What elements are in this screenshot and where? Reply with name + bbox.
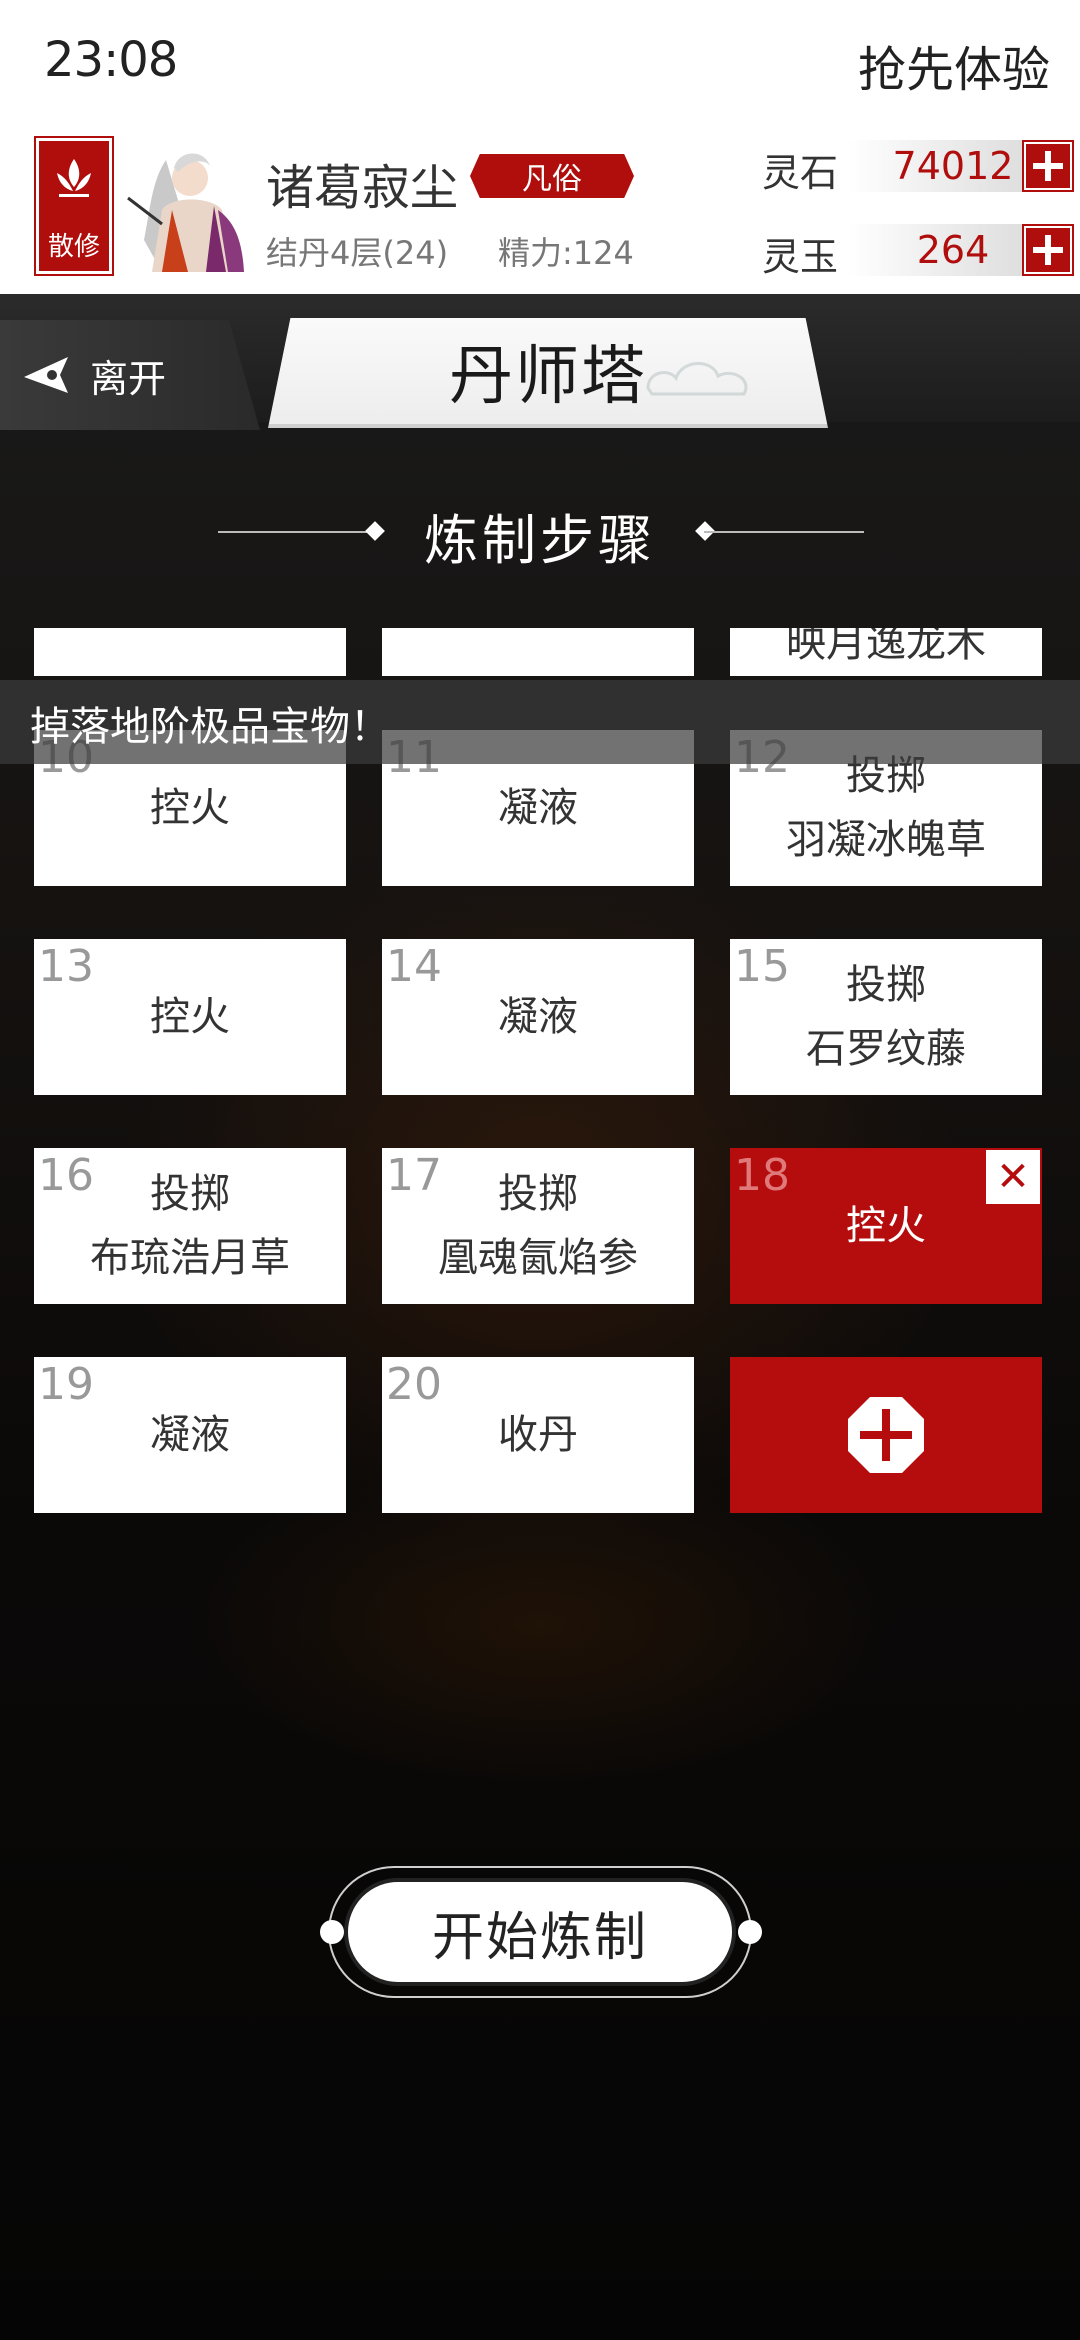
add-icon xyxy=(848,1397,924,1473)
step-card[interactable]: 16 投掷 布琉浩月草 xyxy=(34,1148,346,1304)
cloud-ornament-icon xyxy=(646,362,748,396)
step-line2: 羽凝冰魄草 xyxy=(786,817,986,863)
step-card-partial[interactable] xyxy=(382,628,694,676)
step-line1: 投掷 xyxy=(846,962,926,1008)
section-rule-right xyxy=(704,531,864,533)
step-line1: 控火 xyxy=(846,1203,926,1249)
step-card[interactable]: 19 凝液 xyxy=(34,1357,346,1513)
sect-badge[interactable]: 散修 xyxy=(34,136,114,276)
start-button-dot-right xyxy=(738,1920,762,1944)
step-line1: 凝液 xyxy=(150,1412,230,1458)
start-button-dot-left xyxy=(320,1920,344,1944)
section-title: 炼制步骤 xyxy=(424,509,656,572)
step-card[interactable]: 13 控火 xyxy=(34,939,346,1095)
page-title: 丹师塔 xyxy=(449,340,647,414)
leave-button[interactable]: 离开 xyxy=(0,320,260,430)
realm-level: 结丹4层(24) xyxy=(266,234,449,272)
add-spirit-jade-button[interactable] xyxy=(1022,224,1074,276)
step-line2: 布琉浩月草 xyxy=(90,1235,290,1281)
rank-tag: 凡俗 xyxy=(470,154,634,198)
status-time: 23:08 xyxy=(44,32,178,88)
step-line2: 凰魂氤焰参 xyxy=(438,1235,638,1281)
step-card[interactable]: 20 收丹 xyxy=(382,1357,694,1513)
step-line1: 凝液 xyxy=(498,785,578,831)
alchemy-scene-background xyxy=(0,294,1080,2340)
title-plate: 丹师塔 xyxy=(268,318,828,428)
step-line1: 控火 xyxy=(150,785,230,831)
back-arrow-icon xyxy=(24,357,68,393)
step-line1: 投掷 xyxy=(498,1171,578,1217)
drop-announcement-banner: 掉落地阶极品宝物！ xyxy=(0,680,1080,764)
spirit-jade-label: 灵玉 xyxy=(762,235,839,279)
energy-value: 精力:124 xyxy=(498,234,634,272)
add-step-button[interactable] xyxy=(730,1357,1042,1513)
sect-badge-label: 散修 xyxy=(47,232,100,262)
step-card[interactable]: 17 投掷 凰魂氤焰参 xyxy=(382,1148,694,1304)
step-line1: 投掷 xyxy=(150,1171,230,1217)
step-line2: 石罗纹藤 xyxy=(806,1026,966,1072)
character-portrait-icon xyxy=(122,140,254,272)
leave-label: 离开 xyxy=(90,356,167,401)
add-spirit-stone-button[interactable] xyxy=(1022,140,1074,192)
step-card[interactable]: 14 凝液 xyxy=(382,939,694,1095)
player-name: 诸葛寂尘 xyxy=(266,160,459,216)
avatar[interactable] xyxy=(122,140,254,272)
top-bar: 23:08 抢先体验 散修 诸葛寂尘 凡俗 结丹4层(24) 精力:124 灵石… xyxy=(0,0,1080,294)
step-card-partial[interactable]: 映月逸龙木 xyxy=(730,628,1042,676)
step-card-selected[interactable]: 18 控火 ✕ xyxy=(730,1148,1042,1304)
start-refining-button[interactable]: 开始炼制 xyxy=(344,1878,736,1986)
step-card[interactable]: 15 投掷 石罗纹藤 xyxy=(730,939,1042,1095)
announcement-text: 掉落地阶极品宝物！ xyxy=(30,704,390,750)
step-line1: 凝液 xyxy=(498,994,578,1040)
lotus-icon xyxy=(57,159,91,197)
step-line1: 控火 xyxy=(150,994,230,1040)
early-access-link[interactable]: 抢先体验 xyxy=(858,30,1050,100)
step-line1: 收丹 xyxy=(498,1412,578,1458)
step-card-partial[interactable] xyxy=(34,628,346,676)
spirit-stone-label: 灵石 xyxy=(762,151,839,195)
remove-step-button[interactable]: ✕ xyxy=(984,1148,1042,1206)
step-line1: 映月逸龙木 xyxy=(786,628,986,666)
